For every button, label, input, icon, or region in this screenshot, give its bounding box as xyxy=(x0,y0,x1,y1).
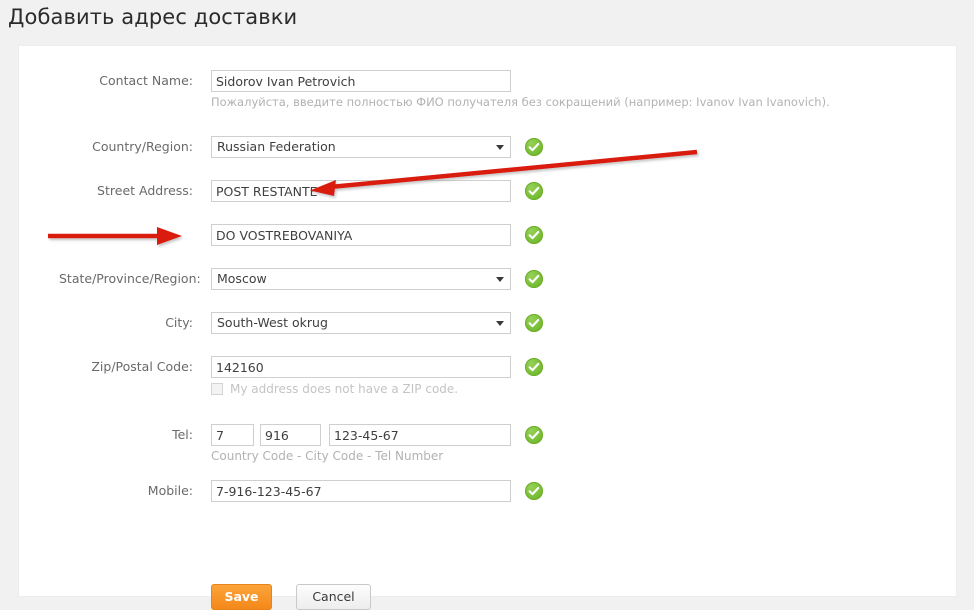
page-title: Добавить адрес доставки xyxy=(8,5,298,29)
label-zip-postal-code: Zip/Postal Code: xyxy=(91,359,193,374)
label-tel: Tel: xyxy=(172,427,193,442)
label-mobile: Mobile: xyxy=(147,483,193,498)
chevron-down-icon xyxy=(496,321,504,326)
validation-check-icon-zip xyxy=(525,358,543,376)
tel-hint: Country Code - City Code - Tel Number xyxy=(211,449,444,463)
validation-check-icon-street2 xyxy=(525,226,543,244)
country-region-select[interactable]: Russian Federation xyxy=(211,136,511,158)
no-zip-checkbox-label: My address does not have a ZIP code. xyxy=(230,382,459,396)
city-select[interactable]: South-West okrug xyxy=(211,312,511,334)
tel-number-input[interactable] xyxy=(329,424,511,446)
cancel-button[interactable]: Cancel xyxy=(296,584,371,610)
no-zip-checkbox[interactable] xyxy=(211,383,223,395)
save-button[interactable]: Save xyxy=(211,584,272,610)
city-value: South-West okrug xyxy=(217,315,328,330)
validation-check-icon-mobile xyxy=(525,482,543,500)
validation-check-icon-city xyxy=(525,314,543,332)
zip-postal-code-input[interactable] xyxy=(211,356,511,378)
validation-check-icon-tel xyxy=(525,426,543,444)
validation-check-icon-state xyxy=(525,270,543,288)
validation-check-icon-country xyxy=(525,138,543,156)
chevron-down-icon xyxy=(496,145,504,150)
country-region-value: Russian Federation xyxy=(217,139,336,154)
label-city: City: xyxy=(165,315,193,330)
label-contact-name: Contact Name: xyxy=(99,73,193,88)
contact-name-hint: Пожалуйста, введите полностью ФИО получа… xyxy=(211,95,830,109)
mobile-input[interactable] xyxy=(211,480,511,502)
address-form-card: Contact Name: Пожалуйста, введите полнос… xyxy=(18,45,957,610)
tel-country-code-input[interactable] xyxy=(211,424,254,446)
label-country-region: Country/Region: xyxy=(92,139,193,154)
label-state-province-region: State/Province/Region: xyxy=(59,271,201,286)
tel-city-code-input[interactable] xyxy=(260,424,321,446)
validation-check-icon-street xyxy=(525,182,543,200)
street-address-2-input[interactable] xyxy=(211,224,511,246)
state-province-region-select[interactable]: Moscow xyxy=(211,268,511,290)
chevron-down-icon xyxy=(496,277,504,282)
label-street-address: Street Address: xyxy=(97,183,193,198)
contact-name-input[interactable] xyxy=(211,70,511,92)
street-address-input[interactable] xyxy=(211,180,511,202)
state-province-region-value: Moscow xyxy=(217,271,267,286)
